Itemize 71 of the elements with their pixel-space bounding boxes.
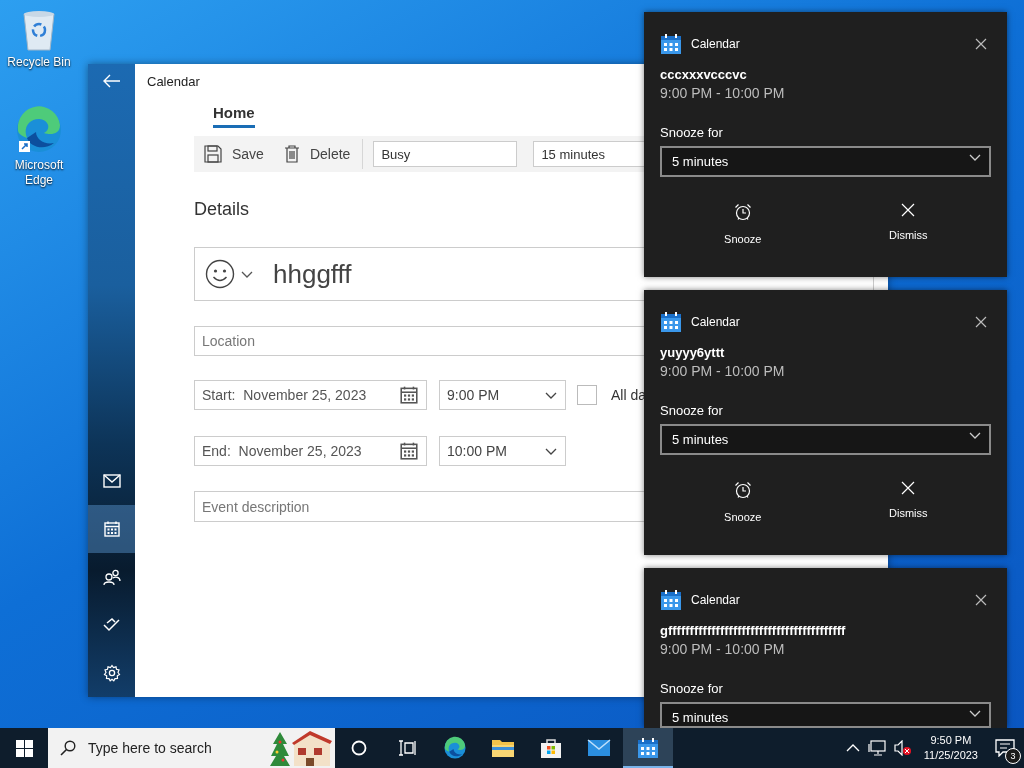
close-icon [901, 481, 916, 495]
chevron-down-icon [545, 391, 557, 399]
close-icon [901, 203, 916, 217]
section-title: Details [194, 199, 250, 220]
show-as-field[interactable]: Busy [373, 141, 518, 167]
people-icon [102, 569, 121, 585]
chevron-down-icon [545, 447, 557, 455]
taskbar-app-button[interactable] [623, 728, 673, 768]
chevron-down-icon [969, 154, 981, 161]
notification-center-button[interactable]: 3 [990, 728, 1020, 768]
snooze-dropdown[interactable]: 5 minutes [660, 702, 991, 728]
save-icon [204, 145, 222, 163]
task-view-icon [398, 740, 416, 756]
circle-icon [351, 740, 367, 756]
delete-button[interactable]: Delete [273, 136, 361, 172]
nav-button[interactable] [88, 505, 135, 553]
end-time-dropdown[interactable]: 10:00 PM [439, 436, 566, 466]
smiley-icon [205, 259, 235, 289]
snooze-dropdown[interactable]: 5 minutes [660, 146, 991, 177]
chevron-down-icon [241, 270, 253, 278]
speech-bubble-icon [995, 739, 1015, 757]
calendar-icon [660, 311, 682, 333]
search-field[interactable]: Type here to search [86, 739, 260, 757]
event-time: 9:00 PM - 10:00 PM [660, 363, 786, 379]
chevron-up-icon[interactable] [845, 744, 860, 752]
settings-icon [102, 664, 121, 682]
snooze-dropdown[interactable]: 5 minutes [660, 424, 991, 455]
calendar-icon [102, 520, 121, 538]
event-title: cccxxxvcccvc [660, 67, 748, 82]
event-title: gfffffffffffffffffffffffffffffffffffffffff [660, 623, 847, 638]
back-arrow-icon [102, 74, 121, 88]
snooze-label: Snooze for [660, 125, 724, 140]
search-highlight-drawing [270, 730, 334, 766]
calendar-icon [399, 441, 419, 461]
calendar-icon [660, 589, 682, 611]
clock[interactable]: 9:50 PM 11/25/2023 [919, 733, 982, 763]
mail-icon [102, 474, 121, 488]
tab[interactable]: Home [213, 104, 255, 128]
search-bar[interactable]: Type here to search [48, 728, 335, 768]
window-title: Calendar [147, 74, 200, 89]
notification-count-badge: 3 [1005, 748, 1021, 764]
end-date-picker[interactable]: End: November 25, 2023 [194, 436, 427, 466]
store-bag-icon [540, 737, 562, 759]
event-time: 9:00 PM - 10:00 PM [660, 85, 786, 101]
calendar-icon [399, 385, 419, 405]
snooze-label: Snooze for [660, 681, 724, 696]
windows-icon [15, 739, 33, 757]
snooze-label: Snooze for [660, 403, 724, 418]
edge-icon [443, 736, 467, 760]
app-name: Calendar [691, 593, 740, 607]
chevron-down-icon [969, 432, 981, 439]
alarm-clock-icon [733, 481, 752, 499]
alarm-clock-icon [733, 203, 752, 221]
mail-icon [587, 739, 611, 757]
save-button[interactable]: Save [194, 136, 274, 172]
search-icon [60, 740, 76, 756]
event-time: 9:00 PM - 10:00 PM [660, 641, 786, 657]
app-name: Calendar [691, 37, 740, 51]
start-date-picker[interactable]: Start: November 25, 2023 [194, 380, 427, 410]
calendar-icon [660, 33, 682, 55]
checkmark-icon [102, 618, 121, 632]
app-name: Calendar [691, 315, 740, 329]
delete-icon [283, 145, 300, 163]
start-time-dropdown[interactable]: 9:00 PM [439, 380, 566, 410]
calendar-icon [637, 737, 659, 759]
muted-speaker-icon[interactable] [893, 740, 912, 756]
network-icon[interactable] [867, 740, 886, 756]
all-day-checkbox[interactable] [577, 385, 597, 405]
chevron-down-icon [969, 710, 981, 717]
edge-icon [14, 105, 64, 155]
folder-icon [491, 738, 515, 758]
